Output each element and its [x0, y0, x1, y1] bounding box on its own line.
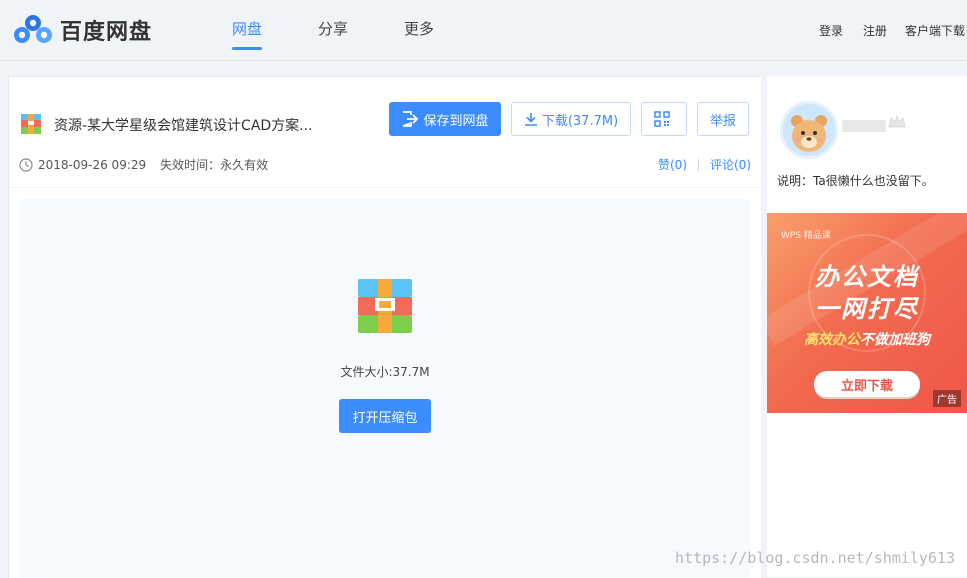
register-link[interactable]: 注册	[863, 22, 887, 39]
file-meta: 2018-09-26 09:29 失效时间：永久有效	[19, 156, 268, 173]
user-description: 说明：Ta很懒什么也没留下。	[777, 174, 934, 188]
ad-subline-highlight: 高效办公	[804, 332, 860, 348]
baidu-pan-logo-icon	[14, 15, 52, 43]
username-redacted	[842, 120, 886, 132]
qrcode-icon	[654, 111, 670, 127]
nav-item-netdisk[interactable]: 网盘	[204, 0, 290, 60]
download-button[interactable]: 下载(37.7M)	[511, 102, 631, 136]
bear-avatar-icon	[783, 104, 835, 156]
ad-download-button[interactable]: 立即下载	[814, 371, 920, 397]
ad-tag: 广告	[933, 390, 961, 407]
account-links: 登录 注册 客户端下载	[799, 0, 965, 60]
ad-headline-2: 一网打尽	[815, 295, 919, 323]
avatar[interactable]	[780, 101, 838, 159]
save-to-netdisk-button[interactable]: 保存到网盘	[389, 102, 501, 136]
clock-icon	[19, 157, 33, 172]
file-title: 资源-某大学星级会馆建筑设计CAD方案...	[54, 118, 313, 134]
login-link[interactable]: 登录	[819, 22, 843, 39]
save-button-label: 保存到网盘	[423, 113, 489, 129]
top-bar: 百度网盘 网盘 分享 更多 登录 注册 客户端下载	[0, 0, 967, 61]
ad-headline-1: 办公文档	[815, 263, 919, 291]
archive-file-large-icon	[358, 279, 412, 333]
social-actions: 赞(0) 评论(0)	[658, 156, 751, 173]
logo[interactable]: 百度网盘	[12, 13, 152, 47]
file-panel: 资源-某大学星级会馆建筑设计CAD方案... 保存到网盘 下载(37.7M) 举…	[8, 76, 761, 578]
nav-item-share[interactable]: 分享	[290, 0, 376, 60]
expiry-text: 失效时间：永久有效	[160, 158, 269, 172]
main-nav: 网盘 分享 更多	[204, 0, 462, 60]
download-icon	[524, 113, 537, 126]
qrcode-button[interactable]	[641, 102, 687, 136]
watermark: https://blog.csdn.net/shmily613	[675, 549, 955, 567]
report-button-label: 举报	[709, 113, 736, 129]
nav-item-more[interactable]: 更多	[376, 0, 462, 60]
sidebar: 说明：Ta很懒什么也没留下。 WPS 精品课 办公文档 一网打尽 高效办公不做加…	[767, 76, 967, 577]
archive-file-icon	[21, 114, 41, 134]
open-archive-button[interactable]: 打开压缩包	[339, 399, 431, 433]
file-preview: 文件大小:37.7M 打开压缩包	[19, 199, 751, 578]
ad-subline-rest: 不做加班狗	[860, 332, 930, 348]
report-button[interactable]: 举报	[697, 102, 749, 136]
share-date: 2018-09-26 09:29	[38, 157, 147, 172]
download-button-label: 下载(37.7M)	[541, 113, 619, 129]
logo-text: 百度网盘	[60, 20, 153, 45]
like-link[interactable]: 赞(0)	[658, 156, 687, 173]
comment-link[interactable]: 评论(0)	[710, 156, 751, 173]
client-download-link[interactable]: 客户端下载	[905, 22, 965, 39]
save-icon	[403, 111, 419, 127]
file-size-text: 文件大小:37.7M	[340, 365, 430, 379]
file-header: 资源-某大学星级会馆建筑设计CAD方案... 保存到网盘 下载(37.7M) 举…	[9, 77, 761, 188]
ad-brand: WPS 精品课	[781, 231, 831, 241]
ad-banner[interactable]: WPS 精品课 办公文档 一网打尽 高效办公不做加班狗 立即下载 广告	[767, 213, 967, 413]
ad-subline: 高效办公不做加班狗	[767, 329, 967, 349]
crown-icon	[888, 114, 906, 128]
divider	[698, 158, 699, 171]
